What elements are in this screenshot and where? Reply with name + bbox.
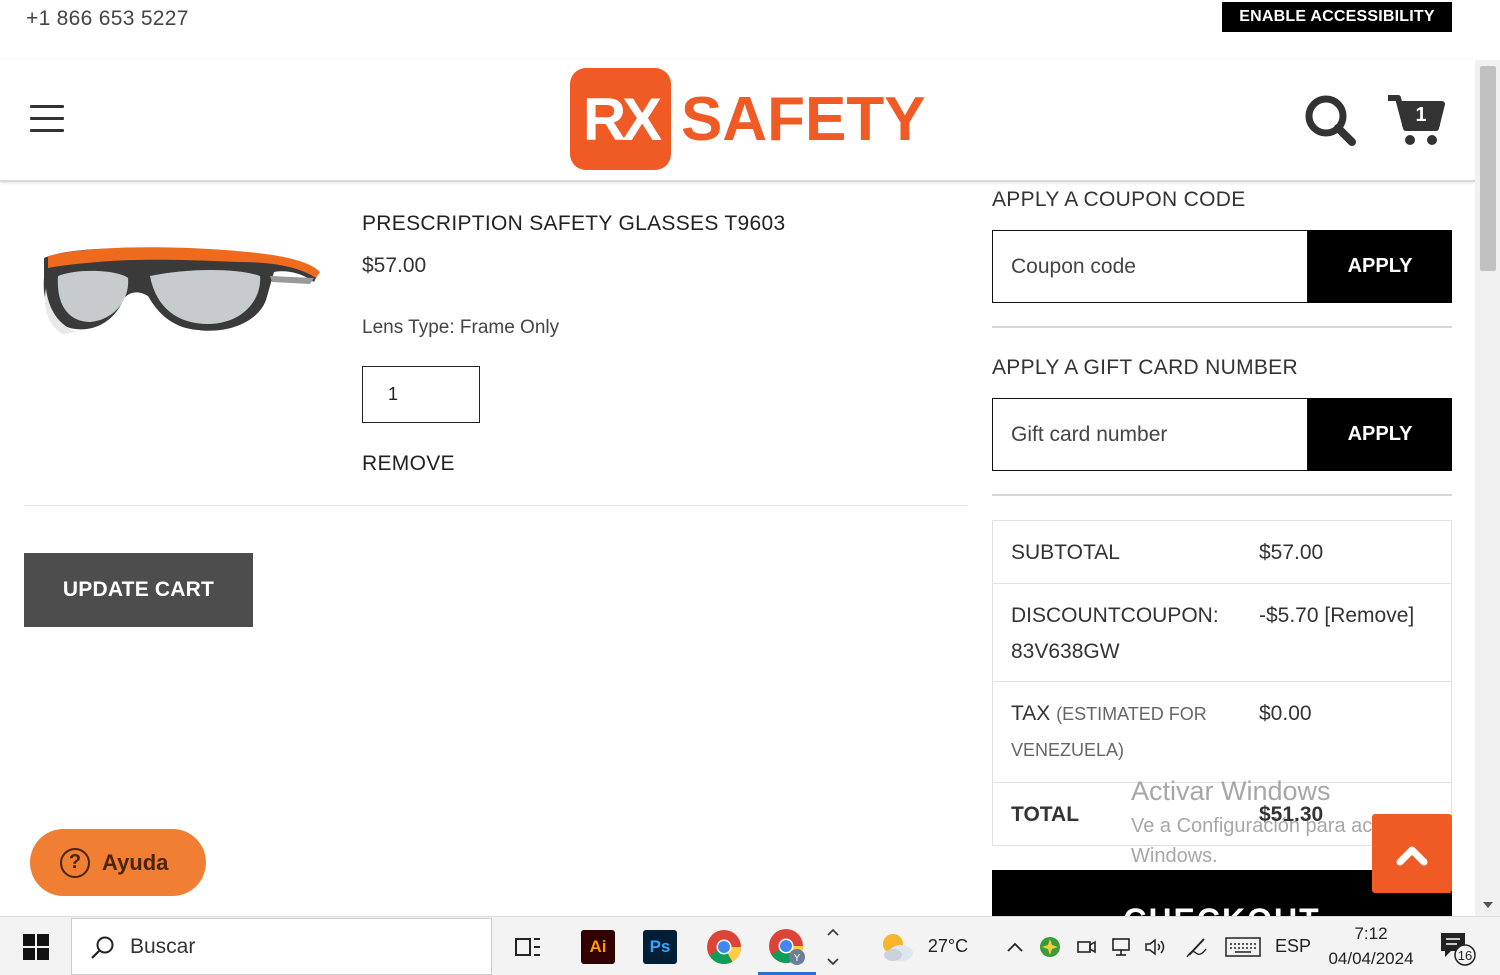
- help-button[interactable]: ? Ayuda: [30, 829, 206, 896]
- help-icon: ?: [60, 847, 90, 878]
- logo-text: SAFETY: [681, 84, 926, 154]
- subtotal-row: SUBTOTAL $57.00: [993, 521, 1451, 584]
- logo[interactable]: RX SAFETY: [570, 68, 926, 170]
- tax-label: TAX: [1011, 702, 1051, 725]
- phone-number[interactable]: +1 866 653 5227: [26, 7, 189, 31]
- discount-label: DISCOUNTCOUPON:: [1011, 604, 1219, 627]
- illustrator-app-icon[interactable]: Ai: [580, 917, 616, 975]
- network-icon[interactable]: [1106, 917, 1136, 975]
- subtotal-label: SUBTOTAL: [1011, 541, 1120, 564]
- gift-card-input[interactable]: [992, 398, 1308, 471]
- divider: [992, 326, 1452, 328]
- apply-coupon-button[interactable]: APPLY: [1308, 230, 1452, 303]
- coupon-input[interactable]: [992, 230, 1308, 303]
- taskbar-clock[interactable]: 7:12 04/04/2024: [1318, 921, 1424, 971]
- photoshop-app-icon[interactable]: Ps: [642, 917, 678, 975]
- windows-start-icon[interactable]: [14, 917, 58, 975]
- keyboard-icon[interactable]: [1222, 917, 1264, 975]
- notification-icon[interactable]: 16: [1434, 917, 1480, 975]
- search-icon: [91, 936, 114, 959]
- gift-card-form: APPLY: [992, 398, 1452, 471]
- tax-value: $0.00: [1259, 702, 1312, 725]
- volume-icon[interactable]: [1140, 917, 1170, 975]
- remove-link[interactable]: REMOVE: [362, 452, 455, 476]
- clock-time: 7:12: [1354, 924, 1388, 943]
- chevron-up-icon[interactable]: [1003, 917, 1027, 975]
- meet-now-icon[interactable]: [1072, 917, 1100, 975]
- weather-icon[interactable]: [874, 917, 918, 975]
- page-scrollbar[interactable]: [1475, 60, 1500, 916]
- logo-mark: RX: [570, 68, 671, 170]
- scroll-down-arrow-icon[interactable]: [1483, 902, 1493, 908]
- product-title[interactable]: PRESCRIPTION SAFETY GLASSES T9603: [362, 212, 785, 236]
- svg-text:Y: Y: [794, 953, 801, 964]
- clock-date: 04/04/2024: [1328, 949, 1414, 968]
- weather-temperature[interactable]: 27°C: [922, 917, 974, 975]
- discount-row: DISCOUNTCOUPON: 83V638GW -$5.70 [Remove]: [993, 584, 1451, 682]
- top-bar: +1 866 653 5227 ENABLE ACCESSIBILITY: [0, 0, 1475, 58]
- coupon-form: APPLY: [992, 230, 1452, 303]
- scroll-to-top-button[interactable]: [1372, 814, 1452, 893]
- cart-count: 1: [1415, 104, 1426, 126]
- cart-icon[interactable]: 1: [1386, 92, 1446, 148]
- pen-icon[interactable]: [1180, 917, 1214, 975]
- scrollbar-thumb[interactable]: [1480, 66, 1496, 271]
- security-app-icon[interactable]: [1036, 917, 1064, 975]
- help-label: Ayuda: [102, 849, 169, 875]
- notification-count: 16: [1458, 948, 1472, 963]
- checkout-label: CHECKOUT: [992, 902, 1452, 916]
- enable-accessibility-button[interactable]: ENABLE ACCESSIBILITY: [1222, 2, 1452, 32]
- taskbar-search-input[interactable]: Buscar: [71, 918, 492, 975]
- gift-card-heading: APPLY A GIFT CARD NUMBER: [992, 356, 1298, 379]
- subtotal-value: $57.00: [1259, 541, 1324, 564]
- product-price: $57.00: [362, 254, 427, 277]
- product-image[interactable]: [38, 238, 322, 342]
- search-icon[interactable]: [1302, 92, 1358, 148]
- menu-icon[interactable]: [30, 105, 64, 133]
- divider: [992, 494, 1452, 496]
- divider: [24, 505, 968, 506]
- discount-code: 83V638GW: [1011, 640, 1120, 663]
- lens-type: Lens Type: Frame Only: [362, 317, 560, 338]
- quantity-input[interactable]: [362, 366, 480, 423]
- chrome-app-icon[interactable]: [704, 917, 744, 975]
- windows-taskbar: Buscar Ai Ps Y 27°C ESP 7:12 04/04/2024 …: [0, 916, 1500, 975]
- taskbar-overflow-chevrons-icon[interactable]: [822, 917, 844, 975]
- chevron-up-icon: [1396, 846, 1428, 866]
- apply-gift-card-button[interactable]: APPLY: [1308, 398, 1452, 471]
- tax-row: TAX (ESTIMATED FOR VENEZUELA) $0.00: [993, 682, 1451, 783]
- discount-value[interactable]: -$5.70 [Remove]: [1259, 598, 1414, 681]
- coupon-heading: APPLY A COUPON CODE: [992, 188, 1246, 211]
- chrome-profile-app-icon[interactable]: Y: [764, 917, 810, 975]
- update-cart-button[interactable]: UPDATE CART: [24, 553, 253, 627]
- input-language[interactable]: ESP: [1272, 917, 1314, 975]
- windows-activation-watermark: Activar Windows Ve a Configuración para …: [1131, 776, 1411, 867]
- taskbar-search-placeholder: Buscar: [130, 935, 196, 958]
- task-view-icon[interactable]: [506, 917, 550, 975]
- site-header: RX SAFETY 1: [0, 60, 1475, 182]
